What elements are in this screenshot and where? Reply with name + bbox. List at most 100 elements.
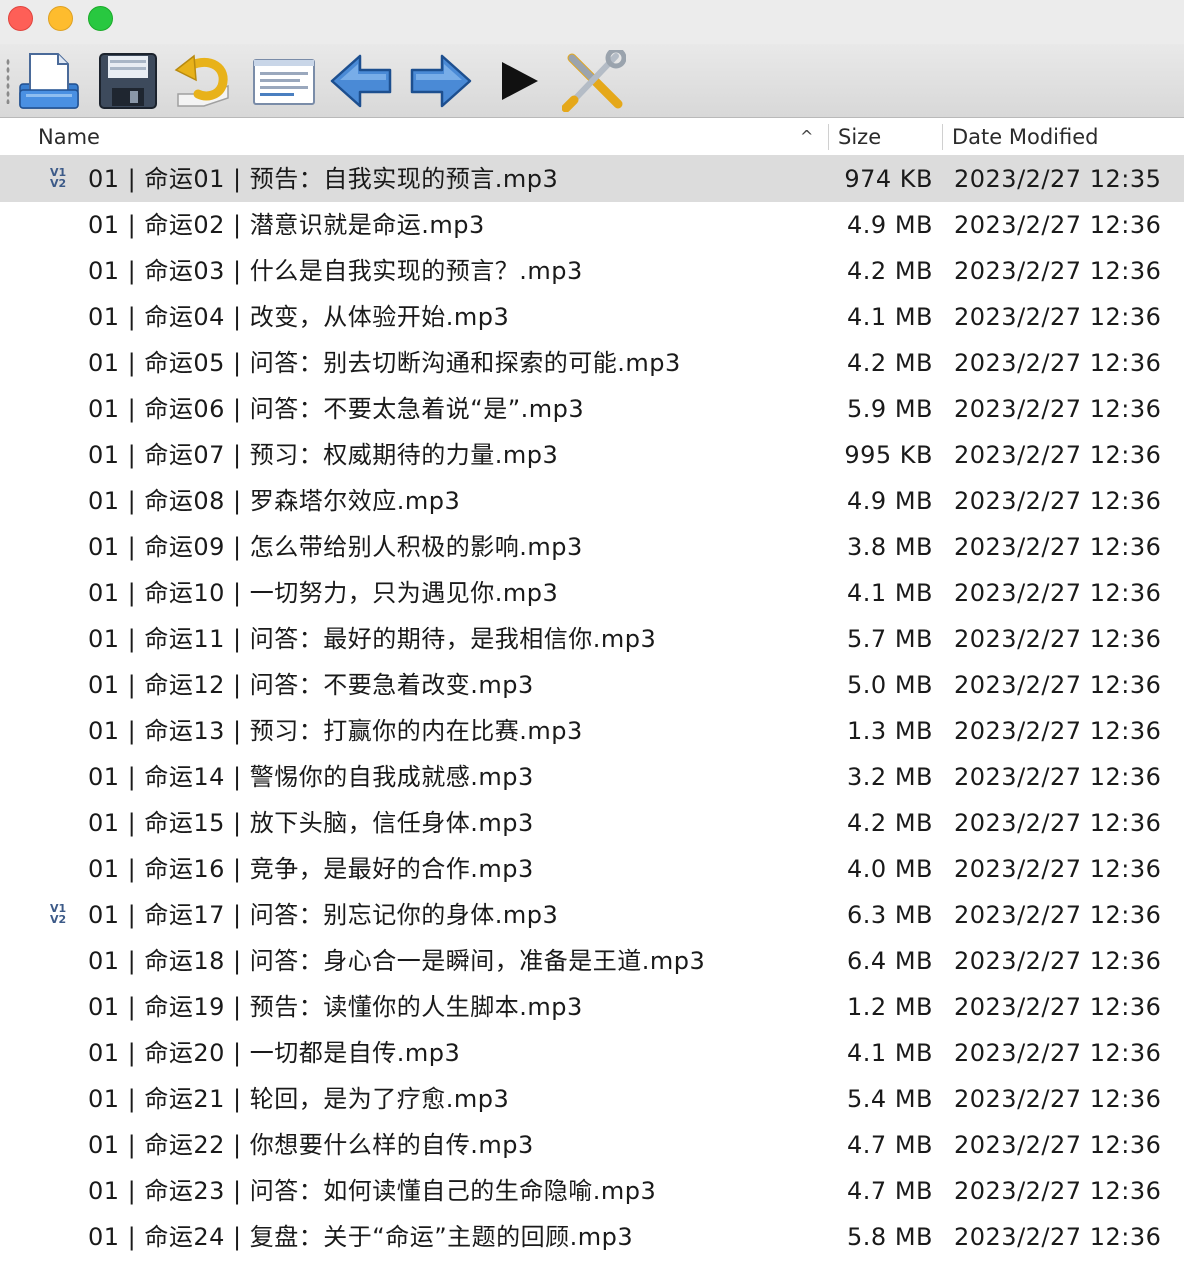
previous-button[interactable] [330, 50, 394, 112]
file-name: 01 | 命运06 | 问答：不要太急着说“是”.mp3 [88, 395, 585, 423]
file-row[interactable]: 01 | 命运03 | 什么是自我实现的预言？.mp3 4.2 MB 2023/2/… [0, 248, 1184, 294]
tag-window-icon [252, 50, 316, 112]
file-row[interactable]: 01 | 命运09 | 怎么带给别人积极的影响.mp3 3.8 MB 2023/2/… [0, 524, 1184, 570]
tag-info-button[interactable] [252, 50, 316, 112]
file-name: 01 | 命运01 | 预告：自我实现的预言.mp3 [88, 165, 559, 193]
file-row[interactable]: V1 V2 01 | 命运17 | 问答：别忘记你的身体.mp3 6.3 MB 2023… [0, 892, 1184, 938]
file-row[interactable]: 01 | 命运23 | 问答：如何读懂自己的生命隐喻.mp3 4.7 MB 2023… [0, 1168, 1184, 1214]
size-column-header[interactable]: Size [838, 118, 881, 156]
file-name: 01 | 命运24 | 复盘：关于“命运”主题的回顾.mp3 [88, 1223, 634, 1251]
file-size: 4.7 MB [847, 1131, 933, 1159]
file-date-modified: 2023/2/27 12:36 [954, 901, 1162, 929]
file-row[interactable]: 01 | 命运04 | 改变，从体验开始.mp3 4.1 MB 2023/2/27 … [0, 294, 1184, 340]
file-size: 4.9 MB [847, 211, 933, 239]
file-size: 1.2 MB [847, 993, 933, 1021]
file-row[interactable]: V1 V2 01 | 命运01 | 预告：自我实现的预言.mp3 974 KB 2023… [0, 156, 1184, 202]
file-date-modified: 2023/2/27 12:36 [954, 763, 1162, 791]
file-row[interactable]: 01 | 命运22 | 你想要什么样的自传.mp3 4.7 MB 2023/2/27… [0, 1122, 1184, 1168]
file-row[interactable]: 01 | 命运02 | 潜意识就是命运.mp3 4.9 MB 2023/2/27 1… [0, 202, 1184, 248]
file-size: 974 KB [844, 165, 933, 193]
file-size: 5.8 MB [847, 1223, 933, 1251]
file-name: 01 | 命运02 | 潜意识就是命运.mp3 [88, 211, 485, 239]
undo-arrow-icon [170, 50, 234, 112]
file-name: 01 | 命运12 | 问答：不要急着改变.mp3 [88, 671, 534, 699]
column-divider[interactable] [942, 124, 943, 150]
file-row[interactable]: 01 | 命运14 | 警惕你的自我成就感.mp3 3.2 MB 2023/2/27… [0, 754, 1184, 800]
file-size: 5.9 MB [847, 395, 933, 423]
file-row[interactable]: 01 | 命运10 | 一切努力，只为遇见你.mp3 4.1 MB 2023/2/2… [0, 570, 1184, 616]
file-size: 4.2 MB [847, 349, 933, 377]
file-name: 01 | 命运10 | 一切努力，只为遇见你.mp3 [88, 579, 559, 607]
file-date-modified: 2023/2/27 12:36 [954, 1177, 1162, 1205]
file-row[interactable]: 01 | 命运21 | 轮回，是为了疗愈.mp3 5.4 MB 2023/2/27 … [0, 1076, 1184, 1122]
tools-icon [562, 50, 626, 112]
file-row[interactable]: 01 | 命运05 | 问答：别去切断沟通和探索的可能.mp3 4.2 MB 202… [0, 340, 1184, 386]
file-size: 4.1 MB [847, 1039, 933, 1067]
file-date-modified: 2023/2/27 12:36 [954, 211, 1162, 239]
sort-ascending-icon[interactable]: ^ [800, 118, 813, 156]
toolbar-grip[interactable] [6, 58, 10, 104]
close-button[interactable] [8, 6, 33, 31]
id3-version-badge-icon: V1 V2 [50, 903, 72, 927]
file-date-modified: 2023/2/27 12:36 [954, 441, 1162, 469]
file-date-modified: 2023/2/27 12:36 [954, 671, 1162, 699]
file-name: 01 | 命运13 | 预习：打赢你的内在比赛.mp3 [88, 717, 583, 745]
file-date-modified: 2023/2/27 12:36 [954, 533, 1162, 561]
file-list[interactable]: V1 V2 01 | 命运01 | 预告：自我实现的预言.mp3 974 KB 2023… [0, 156, 1184, 1264]
file-name: 01 | 命运03 | 什么是自我实现的预言？.mp3 [88, 257, 583, 285]
file-row[interactable]: 01 | 命运11 | 问答：最好的期待，是我相信你.mp3 5.7 MB 2023… [0, 616, 1184, 662]
file-row[interactable]: 01 | 命运08 | 罗森塔尔效应.mp3 4.9 MB 2023/2/27 12… [0, 478, 1184, 524]
file-name: 01 | 命运14 | 警惕你的自我成就感.mp3 [88, 763, 534, 791]
play-icon [488, 50, 552, 112]
file-size: 4.1 MB [847, 579, 933, 607]
file-name: 01 | 命运17 | 问答：别忘记你的身体.mp3 [88, 901, 559, 929]
file-size: 4.2 MB [847, 809, 933, 837]
file-name: 01 | 命运20 | 一切都是自传.mp3 [88, 1039, 461, 1067]
save-button[interactable] [96, 50, 160, 112]
toolbar [0, 44, 1184, 118]
play-button[interactable] [488, 50, 552, 112]
file-row[interactable]: 01 | 命运15 | 放下头脑，信任身体.mp3 4.2 MB 2023/2/27… [0, 800, 1184, 846]
file-size: 4.9 MB [847, 487, 933, 515]
file-date-modified: 2023/2/27 12:36 [954, 1039, 1162, 1067]
file-size: 5.7 MB [847, 625, 933, 653]
date-column-header[interactable]: Date Modified [952, 118, 1098, 156]
file-date-modified: 2023/2/27 12:36 [954, 809, 1162, 837]
file-row[interactable]: 01 | 命运07 | 预习：权威期待的力量.mp3 995 KB 2023/2/2… [0, 432, 1184, 478]
file-size: 5.0 MB [847, 671, 933, 699]
file-name: 01 | 命运09 | 怎么带给别人积极的影响.mp3 [88, 533, 583, 561]
file-date-modified: 2023/2/27 12:36 [954, 993, 1162, 1021]
file-size: 4.0 MB [847, 855, 933, 883]
file-name: 01 | 命运19 | 预告：读懂你的人生脚本.mp3 [88, 993, 583, 1021]
name-column-header[interactable]: Name [38, 118, 100, 156]
file-row[interactable]: 01 | 命运06 | 问答：不要太急着说“是”.mp3 5.9 MB 2023/2… [0, 386, 1184, 432]
file-row[interactable]: 01 | 命运16 | 竞争，是最好的合作.mp3 4.0 MB 2023/2/27… [0, 846, 1184, 892]
file-size: 6.3 MB [847, 901, 933, 929]
new-document-icon [16, 50, 80, 112]
file-date-modified: 2023/2/27 12:36 [954, 487, 1162, 515]
file-name: 01 | 命运05 | 问答：别去切断沟通和探索的可能.mp3 [88, 349, 681, 377]
next-button[interactable] [408, 50, 472, 112]
file-row[interactable]: 01 | 命运24 | 复盘：关于“命运”主题的回顾.mp3 5.8 MB 2023… [0, 1214, 1184, 1260]
file-row[interactable]: 01 | 命运19 | 预告：读懂你的人生脚本.mp3 1.2 MB 2023/2/… [0, 984, 1184, 1030]
minimize-button[interactable] [48, 6, 73, 31]
file-date-modified: 2023/2/27 12:36 [954, 257, 1162, 285]
new-document-button[interactable] [16, 50, 80, 112]
badge-bottom-label: V2 [50, 177, 67, 190]
file-size: 6.4 MB [847, 947, 933, 975]
floppy-disk-icon [96, 50, 160, 112]
file-name: 01 | 命运22 | 你想要什么样的自传.mp3 [88, 1131, 534, 1159]
file-size: 4.1 MB [847, 303, 933, 331]
file-row[interactable]: 01 | 命运12 | 问答：不要急着改变.mp3 5.0 MB 2023/2/27… [0, 662, 1184, 708]
file-name: 01 | 命运07 | 预习：权威期待的力量.mp3 [88, 441, 559, 469]
file-row[interactable]: 01 | 命运13 | 预习：打赢你的内在比赛.mp3 1.3 MB 2023/2/… [0, 708, 1184, 754]
file-date-modified: 2023/2/27 12:36 [954, 855, 1162, 883]
undo-button[interactable] [170, 50, 234, 112]
file-row[interactable]: 01 | 命运18 | 问答：身心合一是瞬间，准备是王道.mp3 6.4 MB 20… [0, 938, 1184, 984]
zoom-button[interactable] [88, 6, 113, 31]
file-row[interactable]: 01 | 命运20 | 一切都是自传.mp3 4.1 MB 2023/2/27 12… [0, 1030, 1184, 1076]
file-name: 01 | 命运16 | 竞争，是最好的合作.mp3 [88, 855, 534, 883]
file-date-modified: 2023/2/27 12:36 [954, 1223, 1162, 1251]
column-divider[interactable] [828, 124, 829, 150]
tools-button[interactable] [562, 50, 626, 112]
